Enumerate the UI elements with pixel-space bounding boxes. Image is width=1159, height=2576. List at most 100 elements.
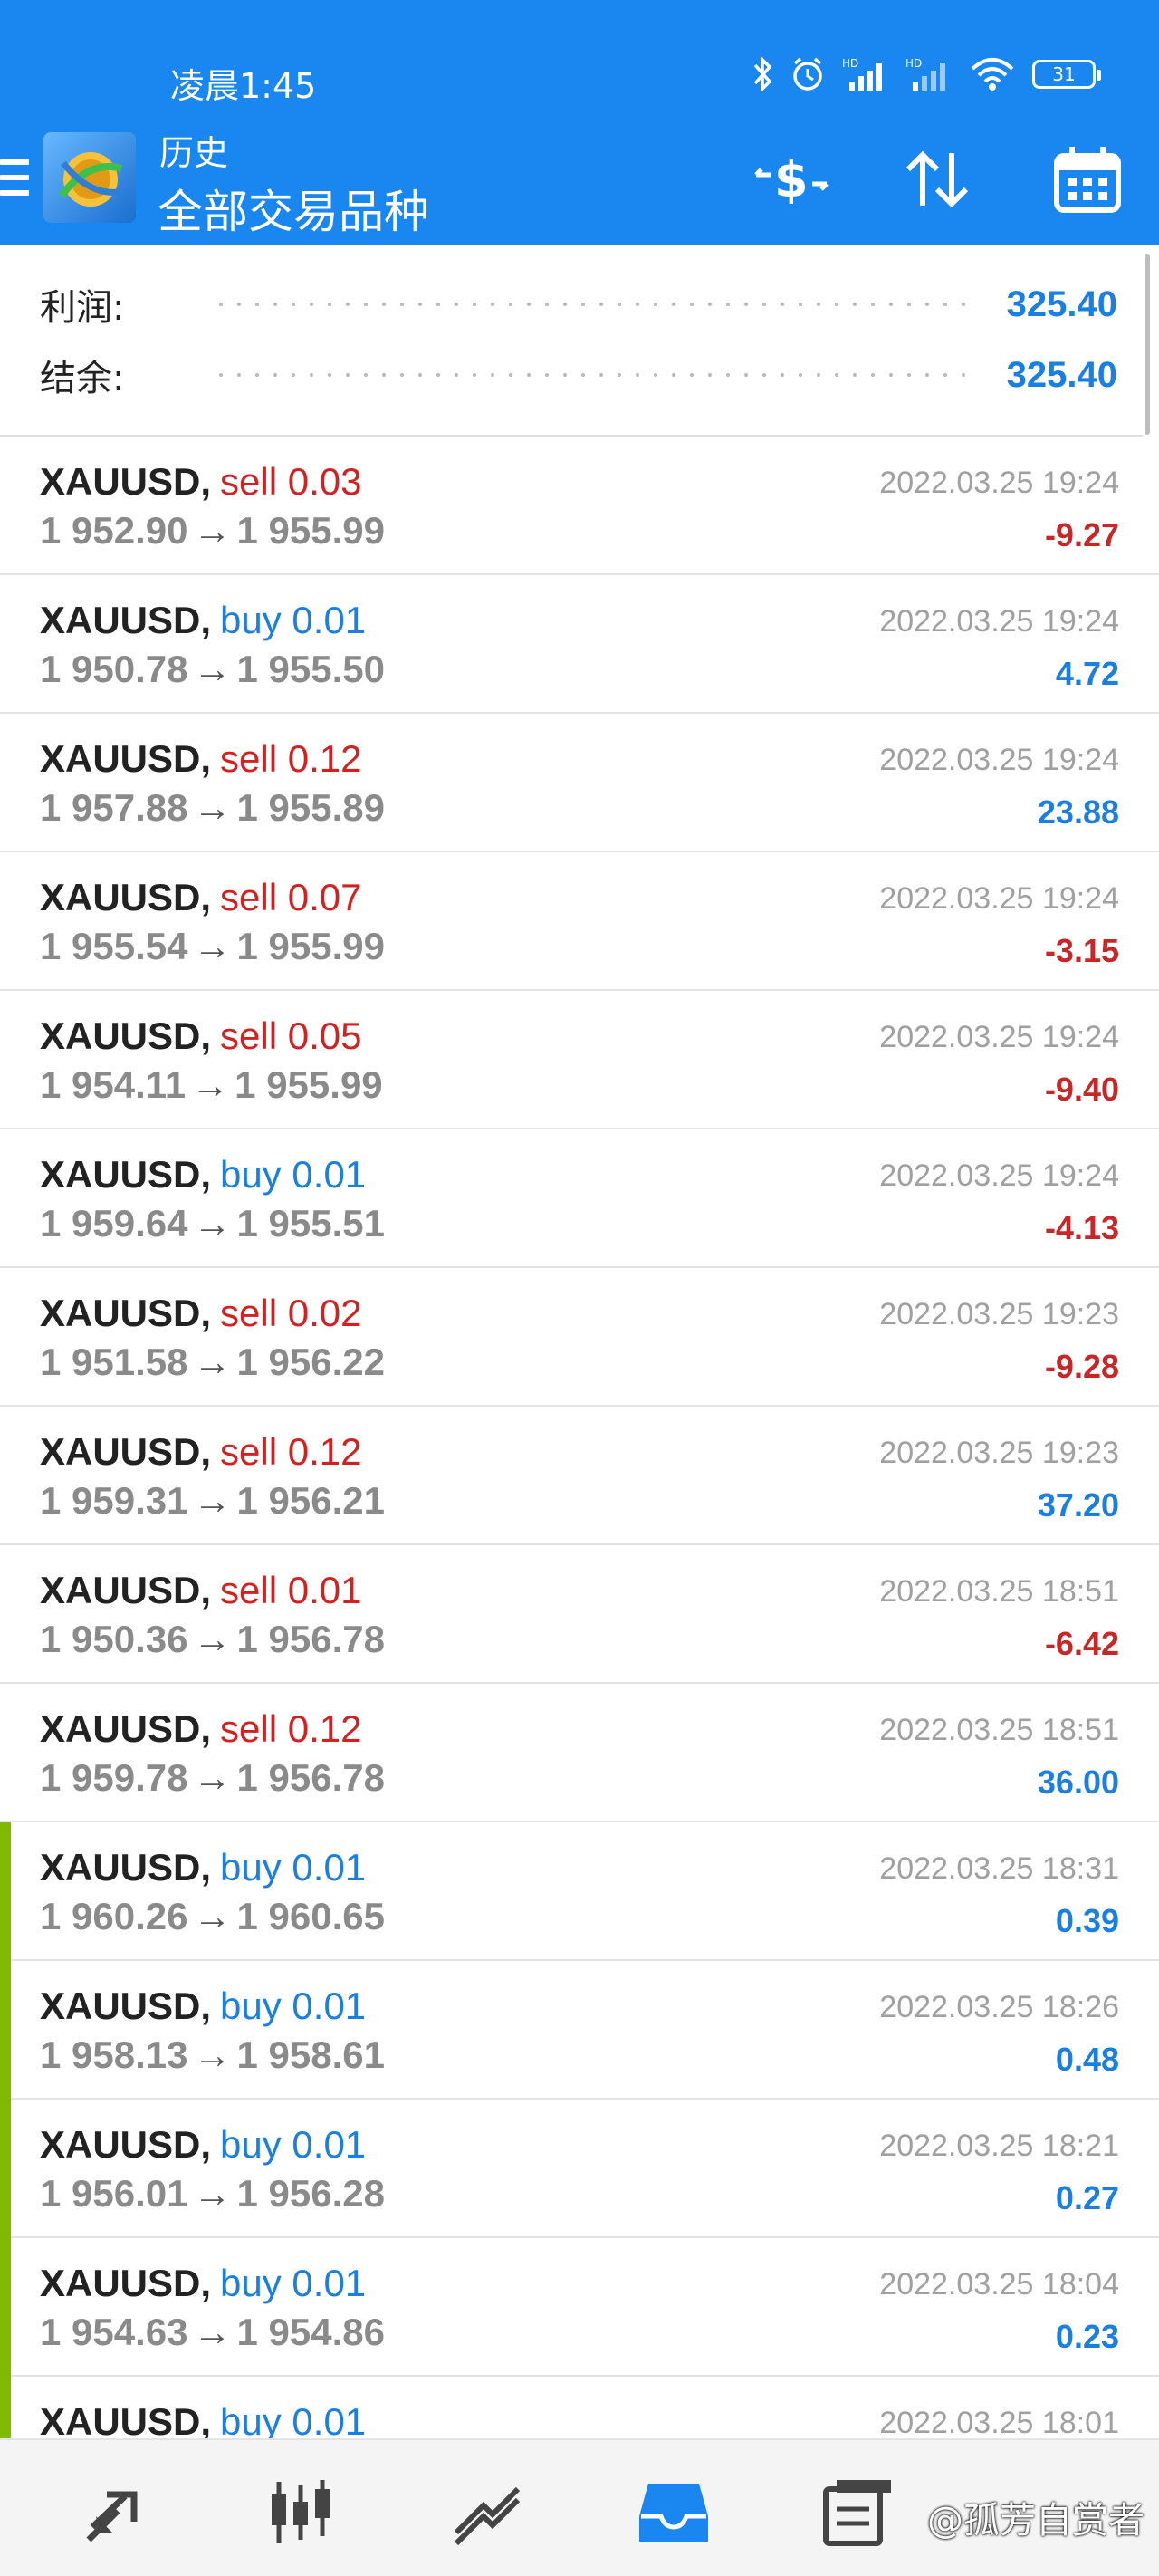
trade-symbol: XAUUSD,	[40, 1153, 212, 1196]
wifi-icon	[971, 58, 1014, 91]
close-price: 1 956.22	[236, 1341, 386, 1383]
trade-row[interactable]: XAUUSD, sell 0.12 1 959.31 → 1 956.21 2022.…	[0, 1407, 1159, 1545]
trade-prices: 1 958.13 → 1 958.61	[40, 2033, 385, 2077]
trade-symbol: XAUUSD,	[40, 876, 212, 918]
nav-messages[interactable]	[820, 2475, 896, 2551]
trade-header: XAUUSD, buy 0.01	[40, 2123, 366, 2167]
menu-icon[interactable]	[0, 159, 29, 199]
app-logo	[43, 132, 136, 223]
arrow-right-icon: →	[193, 925, 232, 967]
profit-value: 325.40	[1006, 284, 1117, 324]
trade-side-volume: buy 0.01	[220, 599, 367, 641]
close-price: 1 960.65	[236, 1895, 386, 1937]
trade-prices: 1 954.63 → 1 954.86	[40, 2311, 385, 2354]
trade-row[interactable]: XAUUSD, buy 0.01 1 954.63 → 1 954.86 2022.0…	[0, 2238, 1159, 2377]
bottom-navigation: @孤芳自赏者	[0, 2438, 1159, 2576]
trade-row[interactable]: XAUUSD, buy 0.01 1 958.13 → 1 958.61 2022.0…	[0, 1961, 1159, 2100]
nav-chart[interactable]	[263, 2475, 339, 2551]
close-price: 1 955.99	[236, 925, 386, 967]
arrow-right-icon: →	[193, 1479, 232, 1522]
open-price: 1 951.58	[40, 1341, 188, 1383]
trade-symbol: XAUUSD,	[40, 1569, 212, 1611]
trade-row[interactable]: XAUUSD, buy 0.01 1 956.01 → 1 956.28 2022.0…	[0, 2100, 1159, 2238]
trade-row[interactable]: XAUUSD, sell 0.03 1 952.90 → 1 955.99 2022.…	[0, 437, 1159, 575]
trade-prices: 1 960.26 → 1 960.65	[40, 1895, 385, 1938]
trade-row[interactable]: XAUUSD, sell 0.07 1 955.54 → 1 955.99 2022.…	[0, 852, 1159, 991]
nav-trade[interactable]	[449, 2475, 525, 2551]
arrow-right-icon: →	[193, 509, 232, 552]
trade-header: XAUUSD, sell 0.12	[40, 1707, 361, 1751]
trade-profit: 0.27	[1055, 2179, 1119, 2216]
scrollbar[interactable]	[1145, 254, 1150, 435]
trade-profit: 23.88	[1037, 793, 1119, 831]
arrow-right-icon: →	[193, 1895, 232, 1937]
close-price: 1 955.50	[236, 648, 386, 690]
arrow-right-icon: →	[193, 1618, 232, 1660]
trade-prices: 1 951.58 → 1 956.22	[40, 1341, 385, 1384]
trade-profit: 37.20	[1037, 1486, 1119, 1523]
quotes-icon	[86, 2491, 138, 2542]
trade-header: XAUUSD, buy 0.01	[40, 1985, 366, 2028]
open-price: 1 954.63	[40, 2311, 188, 2353]
trade-header: XAUUSD, buy 0.01	[40, 1153, 366, 1197]
open-price: 1 954.11	[40, 1063, 187, 1106]
trade-row[interactable]: XAUUSD, sell 0.05 1 954.11 → 1 955.99 2022.…	[0, 991, 1159, 1129]
trade-symbol: XAUUSD,	[40, 2123, 212, 2166]
trade-time: 2022.03.25 18:31	[879, 1851, 1119, 1886]
nav-history[interactable]	[636, 2475, 712, 2551]
trade-prices: 1 959.78 → 1 956.78	[40, 1756, 385, 1800]
close-price: 1 956.78	[236, 1618, 386, 1660]
close-price: 1 955.99	[235, 1063, 383, 1106]
trade-row[interactable]: XAUUSD, buy 0.01 1 959.64 → 1 955.51 2022.0…	[0, 1129, 1159, 1268]
trade-row[interactable]: XAUUSD, buy 0.01 1 950.78 → 1 955.50 2022.0…	[0, 575, 1159, 714]
open-price: 1 956.01	[40, 2172, 188, 2215]
nav-quotes[interactable]	[78, 2475, 154, 2551]
trade-history-list: XAUUSD, sell 0.03 1 952.90 → 1 955.99 2022.…	[0, 437, 1159, 2515]
open-price: 1 960.26	[40, 1895, 188, 1937]
trade-profit: 0.39	[1055, 1902, 1119, 1939]
trade-time: 2022.03.25 19:24	[879, 743, 1119, 777]
trade-time: 2022.03.25 18:21	[879, 2129, 1119, 2163]
status-time: 凌晨1:45	[170, 66, 317, 106]
currency-toggle-button[interactable]: $	[748, 143, 835, 216]
trade-time: 2022.03.25 18:51	[879, 1574, 1119, 1609]
trade-row[interactable]: XAUUSD, sell 0.12 1 957.88 → 1 955.89 2022.…	[0, 714, 1159, 852]
symbol-filter[interactable]: 全部交易品种	[158, 176, 429, 241]
trade-prices: 1 959.64 → 1 955.51	[40, 1202, 385, 1245]
status-icons: HD HD 31	[752, 56, 1101, 92]
balance-row: 结余: 325.40	[40, 348, 1117, 402]
watermark: @孤芳自赏者	[927, 2500, 1145, 2542]
page-title: 历史	[159, 133, 229, 173]
trade-prices: 1 950.36 → 1 956.78	[40, 1618, 385, 1661]
trade-header: XAUUSD, sell 0.12	[40, 737, 361, 781]
trade-header: XAUUSD, sell 0.03	[40, 460, 361, 504]
trade-prices: 1 956.01 → 1 956.28	[40, 2172, 385, 2216]
trade-prices: 1 957.88 → 1 955.89	[40, 786, 385, 830]
trade-row[interactable]: XAUUSD, sell 0.01 1 950.36 → 1 956.78 2022.…	[0, 1545, 1159, 1684]
trade-side-volume: buy 0.01	[220, 1985, 367, 2027]
dollar-swap-icon: $	[754, 151, 829, 208]
close-price: 1 954.86	[236, 2311, 386, 2353]
trade-row[interactable]: XAUUSD, sell 0.02 1 951.58 → 1 956.22 2022.…	[0, 1268, 1159, 1407]
trade-side-volume: sell 0.05	[220, 1014, 362, 1057]
profit-row: 利润: 325.40	[40, 277, 1117, 332]
open-price: 1 958.13	[40, 2033, 188, 2076]
open-price: 1 959.64	[40, 1202, 188, 1245]
trade-prices: 1 950.78 → 1 955.50	[40, 648, 385, 691]
trade-side-volume: buy 0.01	[220, 1846, 367, 1889]
trade-row[interactable]: XAUUSD, sell 0.12 1 959.78 → 1 956.78 2022.…	[0, 1684, 1159, 1822]
trade-header: XAUUSD, sell 0.02	[40, 1292, 361, 1335]
sort-button[interactable]	[896, 143, 978, 216]
trade-header: XAUUSD, sell 0.05	[40, 1014, 361, 1058]
arrow-right-icon: →	[193, 2033, 232, 2076]
svg-text:$: $	[774, 151, 809, 208]
trade-symbol: XAUUSD,	[40, 1707, 212, 1750]
trade-symbol: XAUUSD,	[40, 599, 212, 641]
trade-row[interactable]: XAUUSD, buy 0.01 1 960.26 → 1 960.65 2022.0…	[0, 1822, 1159, 1961]
trade-profit: -3.15	[1044, 932, 1119, 969]
trade-symbol: XAUUSD,	[40, 2262, 212, 2304]
calendar-button[interactable]	[1047, 143, 1128, 216]
trade-symbol: XAUUSD,	[40, 1430, 212, 1473]
close-price: 1 956.28	[236, 2172, 386, 2215]
arrow-right-icon: →	[193, 2172, 232, 2215]
